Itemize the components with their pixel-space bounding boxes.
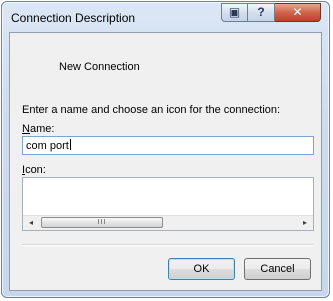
help-icon: ? [257,5,265,19]
name-input[interactable]: com port [22,136,314,155]
icon-field-label: Icon: [22,164,46,176]
close-button[interactable]: ✕ [275,3,321,22]
icon-list[interactable]: ◂ III ▸ [22,177,314,231]
scroll-right-icon[interactable]: ▸ [298,216,312,230]
connection-name-label: New Connection [59,61,140,73]
name-field-label: Name: [22,123,55,135]
close-icon: ✕ [292,5,303,19]
instructions-text: Enter a name and choose an icon for the … [22,104,281,116]
text-caret [69,139,71,150]
scroll-left-icon[interactable]: ◂ [24,216,38,230]
help-button[interactable]: ? [248,3,275,22]
dialog-window: Connection Description ▣ ? ✕ New Connect… [1,1,330,298]
title-bar[interactable]: Connection Description ▣ ? ✕ [2,2,329,32]
scrollbar-thumb[interactable]: III [41,217,163,228]
separator [22,244,313,246]
horizontal-scrollbar[interactable]: ◂ III ▸ [23,215,313,230]
ok-button[interactable]: OK [168,258,235,280]
cancel-button[interactable]: Cancel [244,258,311,280]
scrollbar-grip-icon: III [97,219,107,226]
window-title: Connection Description [11,11,136,25]
context-help-button[interactable]: ▣ [221,3,248,22]
dialog-body: New Connection Enter a name and choose a… [9,32,322,291]
context-help-icon: ▣ [228,5,241,19]
name-input-value: com port [26,140,69,152]
